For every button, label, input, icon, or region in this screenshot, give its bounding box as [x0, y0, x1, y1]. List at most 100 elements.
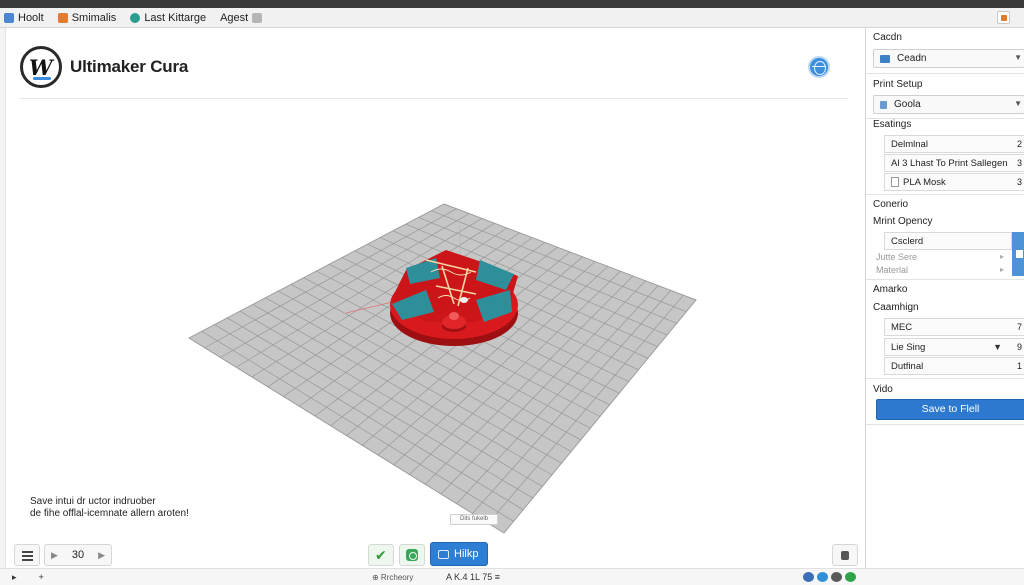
app-name: Ultimaker Cura — [70, 57, 189, 76]
section-title: Cacdn — [873, 32, 902, 43]
help-label: Hilkp — [454, 548, 479, 560]
status-bar: ▸ + ⊕ Rrcheory A K.4 1L 75 ≡ — [0, 568, 1024, 585]
support-dropdown[interactable]: Csclerd — [884, 232, 1012, 250]
tab-label: Smimalis — [71, 11, 117, 24]
settings-sidebar: Cacdn Ceadn ▼ Print Setup Goola ▼ Esatin… — [865, 28, 1024, 568]
bottom-toolbar: ▶ 30 ▶ Hilkp — [6, 532, 862, 568]
tab-smimalis-icon — [57, 12, 68, 23]
chevron-right-icon: ▸ — [1000, 265, 1005, 274]
material-icon — [880, 100, 887, 109]
tray-status-icon[interactable] — [845, 572, 856, 582]
section-title: Amarko — [873, 284, 908, 295]
check-button[interactable] — [368, 544, 394, 566]
section-title: Conerio — [873, 199, 909, 210]
chevron-down-icon: ▼ — [993, 342, 1002, 352]
setting-dropdown-row[interactable]: Lie Sing ▼ 9 — [884, 338, 1024, 356]
chevron-down-icon: ▼ — [1014, 99, 1022, 108]
tab-smimalis[interactable]: Smimalis — [57, 11, 117, 24]
viewport-message-line: de fihe offlal-icemnate allern aroten! — [30, 508, 189, 519]
main-area: W Ultimaker Cura Save intui dr uctor ind… — [6, 28, 862, 577]
status-readout: A K.4 1L 75 ≡ — [446, 572, 500, 582]
status-left: ▸ + — [12, 572, 44, 583]
setting-row[interactable]: Dutfinal 1 — [884, 357, 1024, 375]
section-subtitle: Mrint Opency — [873, 216, 933, 227]
ultimaker-logo-icon: W — [20, 46, 62, 88]
setting-label: Delmlnal — [891, 138, 928, 150]
expand-icon[interactable]: ▸ — [12, 572, 17, 583]
tab-hoolt[interactable]: Hoolt — [4, 12, 44, 24]
viewport-message-line: Save intui dr uctor indruober — [30, 496, 156, 507]
tab-hoolt-icon — [4, 12, 14, 23]
save-button[interactable]: Save to Flell — [876, 399, 1024, 420]
setting-row[interactable]: Delmlnal 2 — [884, 135, 1024, 153]
setting-value: 3 — [1016, 158, 1022, 168]
chevron-right-icon: ▸ — [1000, 252, 1005, 261]
section-subtitle: Caamhign — [873, 302, 919, 313]
layer-value: 30 — [71, 549, 85, 561]
printer-dropdown[interactable]: Ceadn ▼ — [873, 49, 1024, 68]
lock-button[interactable] — [832, 544, 858, 566]
tab-label: Hoolt — [18, 11, 44, 24]
tab-bar: Hoolt Smimalis Last Kittarge Agest — [0, 8, 1024, 28]
tab-agest-icon — [252, 12, 263, 23]
section-title: Esatings — [873, 119, 912, 130]
tray-network-icon[interactable] — [803, 572, 814, 582]
setting-value: 9 — [1016, 342, 1022, 352]
setting-label: PLA Mosk — [903, 176, 946, 188]
sub-item-label: Jutte Sere — [876, 252, 918, 262]
setting-row[interactable]: PLA Mosk 3 — [884, 173, 1024, 191]
document-icon — [891, 177, 899, 187]
toggle-switch[interactable] — [1012, 232, 1024, 276]
tab-last-kittarge-icon — [130, 12, 141, 23]
stepper-right-icon[interactable]: ▶ — [98, 550, 105, 561]
system-tray — [803, 572, 856, 582]
section-title: Print Setup — [873, 79, 923, 90]
setting-row[interactable]: Al 3 Lhast To Print Sallegen 3 — [884, 154, 1024, 172]
header-divider — [20, 98, 848, 99]
preview-button[interactable] — [399, 544, 425, 566]
tab-label: Agest — [220, 11, 249, 24]
printer-icon — [880, 54, 890, 63]
section-title: Vido — [873, 384, 893, 395]
help-icon — [438, 549, 449, 559]
dropdown-value: Goola — [894, 99, 921, 110]
divider — [866, 378, 1024, 379]
dropdown-value: Csclerd — [891, 235, 924, 247]
dropdown-value: Ceadn — [897, 53, 927, 64]
help-button[interactable]: Hilkp — [430, 542, 488, 566]
add-icon[interactable]: + — [39, 572, 44, 583]
print-setup-dropdown[interactable]: Goola ▼ — [873, 95, 1024, 114]
divider — [866, 424, 1024, 425]
tab-label: Last Kittarge — [144, 11, 207, 24]
status-text: ⊕ Rrcheory — [372, 573, 414, 582]
extension-icon[interactable] — [997, 11, 1010, 24]
chevron-down-icon: ▼ — [1014, 53, 1022, 62]
globe-icon[interactable] — [808, 56, 830, 78]
viewport-message: Save intui dr uctor indruober de fihe of… — [30, 496, 189, 520]
menu-button[interactable] — [14, 544, 40, 566]
divider — [866, 194, 1024, 195]
setting-value: 2 — [1016, 139, 1022, 149]
setting-value: 3 — [1016, 177, 1022, 187]
tray-cloud-icon[interactable] — [817, 572, 828, 582]
app-logo: W Ultimaker Cura — [20, 46, 188, 88]
window-title-bar — [0, 0, 1024, 8]
tab-last-kittarge[interactable]: Last Kittarge — [130, 12, 206, 24]
tooltip: Dits fukelb — [450, 514, 498, 525]
divider — [866, 279, 1024, 280]
setting-row[interactable]: MEC 7 — [884, 318, 1024, 336]
divider — [866, 73, 1024, 74]
setting-label: Lie Sing — [891, 341, 926, 353]
sub-item[interactable]: Materlal ▸ — [876, 265, 1004, 275]
3d-viewport[interactable] — [6, 100, 862, 540]
layer-stepper[interactable]: ▶ 30 ▶ — [44, 544, 112, 566]
sub-item-label: Materlal — [876, 265, 909, 275]
stepper-left-icon[interactable]: ▶ — [51, 550, 58, 561]
tray-volume-icon[interactable] — [831, 572, 842, 582]
setting-value: 7 — [1016, 322, 1022, 332]
tab-agest[interactable]: Agest — [220, 11, 263, 24]
setting-label: Dutfinal — [891, 360, 924, 372]
setting-label: Al 3 Lhast To Print Sallegen — [891, 157, 1008, 169]
setting-label: MEC — [891, 321, 913, 333]
sub-item[interactable]: Jutte Sere ▸ — [876, 252, 1004, 262]
